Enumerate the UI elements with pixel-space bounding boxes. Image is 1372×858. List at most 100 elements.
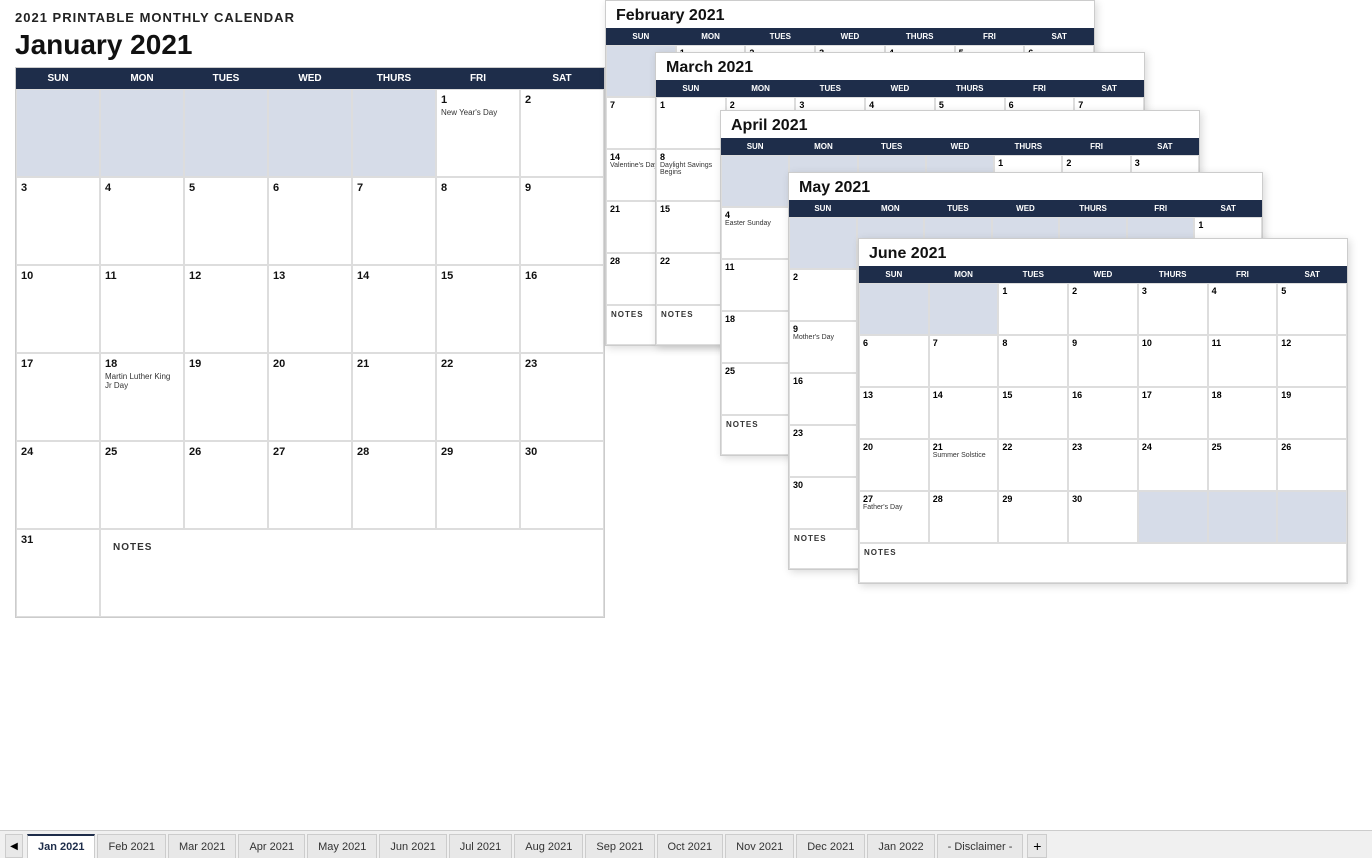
apr-header: SUN MON TUES WED THURS FRI SAT [721, 138, 1199, 155]
table-row: 17 [16, 353, 100, 441]
header-cell: SAT [1024, 28, 1094, 45]
may-title: May 2021 [789, 173, 1262, 200]
list-item [721, 155, 789, 207]
tab-bar: ◀ Jan 2021 Feb 2021 Mar 2021 Apr 2021 Ma… [0, 830, 1372, 858]
tab-mar-2021[interactable]: Mar 2021 [168, 834, 236, 858]
table-row: 26 [184, 441, 268, 529]
stacked-calendars-area: February 2021 SUN MON TUES WED THURS FRI… [590, 0, 1372, 820]
jun-title: June 2021 [859, 239, 1347, 266]
tab-disclaimer[interactable]: - Disclaimer - [937, 834, 1024, 858]
table-row: 14 [352, 265, 436, 353]
day-number: 18 [105, 358, 179, 370]
day-number: 16 [525, 270, 599, 282]
mar-title: March 2021 [656, 53, 1144, 80]
table-row: 7 [352, 177, 436, 265]
day-number: 23 [525, 358, 599, 370]
day-number: 6 [273, 182, 347, 194]
list-item: 9Mother's Day [789, 321, 857, 373]
table-row: 27 [268, 441, 352, 529]
tab-may-2021[interactable]: May 2021 [307, 834, 377, 858]
day-number: 12 [189, 270, 263, 282]
header-cell: SUN [721, 138, 789, 155]
day-number: 22 [441, 358, 515, 370]
table-row: 4 [100, 177, 184, 265]
table-row: 1 New Year's Day [436, 89, 520, 177]
day-number: 14 [357, 270, 431, 282]
tab-nov-2021[interactable]: Nov 2021 [725, 834, 794, 858]
tab-oct-2021[interactable]: Oct 2021 [657, 834, 724, 858]
feb-header: SUN MON TUES WED THURS FRI SAT [606, 28, 1094, 45]
tab-nav-prev[interactable]: ◀ [5, 834, 23, 858]
table-row: 25 [100, 441, 184, 529]
header-cell: SUN [606, 28, 676, 45]
header-cell: FRI [1127, 200, 1195, 217]
header-mon: MON [100, 68, 184, 89]
tab-jan-2022[interactable]: Jan 2022 [867, 834, 934, 858]
table-row: 28 [352, 441, 436, 529]
list-item: 30 [789, 477, 857, 529]
day-number: 4 [105, 182, 179, 194]
header-cell: FRI [955, 28, 1025, 45]
tab-feb-2021[interactable]: Feb 2021 [97, 834, 165, 858]
day-number: 13 [273, 270, 347, 282]
list-item: 23 [1068, 439, 1138, 491]
day-number: 27 [273, 446, 347, 458]
tab-label: Jun 2021 [390, 841, 435, 853]
header-cell: TUES [998, 266, 1068, 283]
day-number: 9 [525, 182, 599, 194]
tab-sep-2021[interactable]: Sep 2021 [585, 834, 654, 858]
day-number: 19 [189, 358, 263, 370]
list-item [789, 217, 857, 269]
list-item: 3 [1138, 283, 1208, 335]
list-item: 11 [721, 259, 789, 311]
list-item: 8Daylight Savings Begins [656, 149, 726, 201]
table-row [184, 89, 268, 177]
day-number: 15 [441, 270, 515, 282]
table-row: 24 [16, 441, 100, 529]
table-row [100, 89, 184, 177]
header-cell: TUES [745, 28, 815, 45]
tab-label: Jul 2021 [460, 841, 502, 853]
list-item: 28 [929, 491, 999, 543]
tab-jan-2021[interactable]: Jan 2021 [27, 834, 95, 858]
header-cell: MON [929, 266, 999, 283]
table-row: 18 Martin Luther King Jr Day [100, 353, 184, 441]
header-cell: MON [726, 80, 796, 97]
header-cell: TUES [795, 80, 865, 97]
tab-label: Aug 2021 [525, 841, 572, 853]
list-item: 4 [1208, 283, 1278, 335]
list-item [929, 283, 999, 335]
day-number: 26 [189, 446, 263, 458]
tab-apr-2021[interactable]: Apr 2021 [238, 834, 305, 858]
day-number: 24 [21, 446, 95, 458]
tab-dec-2021[interactable]: Dec 2021 [796, 834, 865, 858]
table-row: 31 [16, 529, 100, 617]
day-number: 2 [525, 94, 599, 106]
list-item [1208, 491, 1278, 543]
tab-add-button[interactable]: + [1027, 834, 1047, 858]
day-number: 28 [357, 446, 431, 458]
day-number: 8 [441, 182, 515, 194]
table-row: 3 [16, 177, 100, 265]
header-cell: THURS [994, 138, 1062, 155]
table-row [16, 89, 100, 177]
table-row: 21 [352, 353, 436, 441]
table-row: 20 [268, 353, 352, 441]
list-item: 25 [721, 363, 789, 415]
list-item: 29 [998, 491, 1068, 543]
list-item: 30 [1068, 491, 1138, 543]
mar-header: SUN MON TUES WED THURS FRI SAT [656, 80, 1144, 97]
day-number: 10 [21, 270, 95, 282]
tab-aug-2021[interactable]: Aug 2021 [514, 834, 583, 858]
tab-label: Jan 2021 [38, 841, 84, 853]
tab-jul-2021[interactable]: Jul 2021 [449, 834, 513, 858]
header-cell: SUN [859, 266, 929, 283]
table-row: 5 [184, 177, 268, 265]
list-item: 4Easter Sunday [721, 207, 789, 259]
tab-jun-2021[interactable]: Jun 2021 [379, 834, 446, 858]
header-cell: WED [865, 80, 935, 97]
day-number: 7 [357, 182, 431, 194]
table-row: 15 [436, 265, 520, 353]
list-item: 18 [1208, 387, 1278, 439]
list-item [1138, 491, 1208, 543]
